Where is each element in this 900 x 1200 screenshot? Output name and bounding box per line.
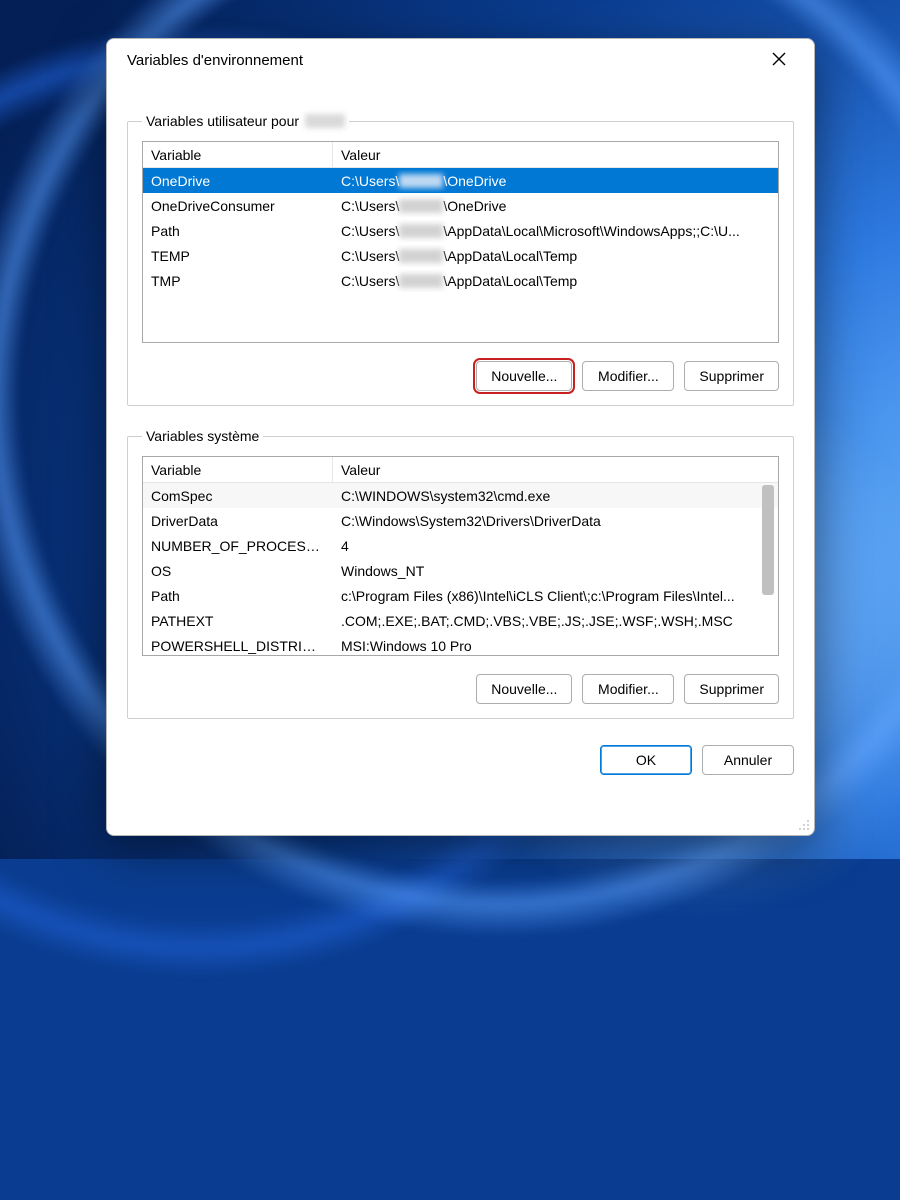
cell-value: MSI:Windows 10 Pro — [333, 635, 778, 656]
system-scrollbar[interactable] — [760, 485, 776, 653]
system-group-legend: Variables système — [142, 428, 263, 444]
cell-variable: PATHEXT — [143, 610, 333, 632]
table-row[interactable]: OneDriveConsumerC:\Users\\OneDrive — [143, 193, 778, 218]
close-button[interactable] — [756, 45, 802, 75]
table-row[interactable]: OSWindows_NT — [143, 558, 778, 583]
username-redacted — [399, 224, 443, 238]
user-variables-table[interactable]: Variable Valeur OneDriveC:\Users\\OneDri… — [142, 141, 779, 343]
cell-variable: TMP — [143, 270, 333, 292]
close-icon — [772, 52, 786, 69]
cell-value: C:\WINDOWS\system32\cmd.exe — [333, 485, 778, 507]
cell-value: .COM;.EXE;.BAT;.CMD;.VBS;.VBE;.JS;.JSE;.… — [333, 610, 778, 632]
username-redacted — [399, 249, 443, 263]
user-new-button[interactable]: Nouvelle... — [476, 361, 572, 391]
table-row[interactable]: Pathc:\Program Files (x86)\Intel\iCLS Cl… — [143, 583, 778, 608]
system-col-value[interactable]: Valeur — [333, 457, 778, 482]
user-edit-button[interactable]: Modifier... — [582, 361, 674, 391]
table-row[interactable]: TMPC:\Users\\AppData\Local\Temp — [143, 268, 778, 293]
system-variables-group: Variables système Variable Valeur ComSpe… — [127, 428, 794, 719]
system-col-variable[interactable]: Variable — [143, 457, 333, 482]
resize-grip[interactable] — [794, 815, 810, 831]
user-variables-group: Variables utilisateur pour Variable Vale… — [127, 113, 794, 406]
titlebar[interactable]: Variables d'environnement — [107, 39, 814, 81]
cell-value: 4 — [333, 535, 778, 557]
cell-variable: NUMBER_OF_PROCESSORS — [143, 535, 333, 557]
system-variables-table[interactable]: Variable Valeur ComSpecC:\WINDOWS\system… — [142, 456, 779, 656]
cell-variable: POWERSHELL_DISTRIBUTI... — [143, 635, 333, 656]
table-row[interactable]: TEMPC:\Users\\AppData\Local\Temp — [143, 243, 778, 268]
user-col-value[interactable]: Valeur — [333, 142, 778, 167]
user-group-legend: Variables utilisateur pour — [142, 113, 349, 129]
cell-value: C:\Users\\AppData\Local\Temp — [333, 270, 778, 292]
system-scroll-thumb[interactable] — [762, 485, 774, 595]
cell-variable: ComSpec — [143, 485, 333, 507]
cell-variable: OneDrive — [143, 170, 333, 192]
table-row[interactable]: PATHEXT.COM;.EXE;.BAT;.CMD;.VBS;.VBE;.JS… — [143, 608, 778, 633]
cell-variable: TEMP — [143, 245, 333, 267]
cell-value: Windows_NT — [333, 560, 778, 582]
cell-value: c:\Program Files (x86)\Intel\iCLS Client… — [333, 585, 778, 607]
system-new-button[interactable]: Nouvelle... — [476, 674, 572, 704]
cell-value: C:\Users\\OneDrive — [333, 195, 778, 217]
table-row[interactable]: POWERSHELL_DISTRIBUTI...MSI:Windows 10 P… — [143, 633, 778, 655]
table-row[interactable]: PathC:\Users\\AppData\Local\Microsoft\Wi… — [143, 218, 778, 243]
ok-button[interactable]: OK — [600, 745, 692, 775]
cell-variable: DriverData — [143, 510, 333, 532]
cell-value: C:\Windows\System32\Drivers\DriverData — [333, 510, 778, 532]
user-delete-button[interactable]: Supprimer — [684, 361, 779, 391]
user-col-variable[interactable]: Variable — [143, 142, 333, 167]
cell-value: C:\Users\\OneDrive — [333, 170, 778, 192]
cancel-button[interactable]: Annuler — [702, 745, 794, 775]
cell-value: C:\Users\\AppData\Local\Microsoft\Window… — [333, 220, 778, 242]
username-redacted — [399, 274, 443, 288]
system-edit-button[interactable]: Modifier... — [582, 674, 674, 704]
system-delete-button[interactable]: Supprimer — [684, 674, 779, 704]
table-row[interactable]: ComSpecC:\WINDOWS\system32\cmd.exe — [143, 483, 778, 508]
cell-variable: OS — [143, 560, 333, 582]
username-redacted — [399, 199, 443, 213]
cell-value: C:\Users\\AppData\Local\Temp — [333, 245, 778, 267]
username-redacted — [399, 174, 443, 188]
dialog-title: Variables d'environnement — [127, 52, 756, 69]
table-row[interactable]: OneDriveC:\Users\\OneDrive — [143, 168, 778, 193]
env-vars-dialog: Variables d'environnement Variables util… — [106, 38, 815, 836]
username-redacted — [305, 114, 345, 128]
cell-variable: Path — [143, 220, 333, 242]
table-row[interactable]: DriverDataC:\Windows\System32\Drivers\Dr… — [143, 508, 778, 533]
table-row[interactable]: NUMBER_OF_PROCESSORS4 — [143, 533, 778, 558]
cell-variable: OneDriveConsumer — [143, 195, 333, 217]
cell-variable: Path — [143, 585, 333, 607]
